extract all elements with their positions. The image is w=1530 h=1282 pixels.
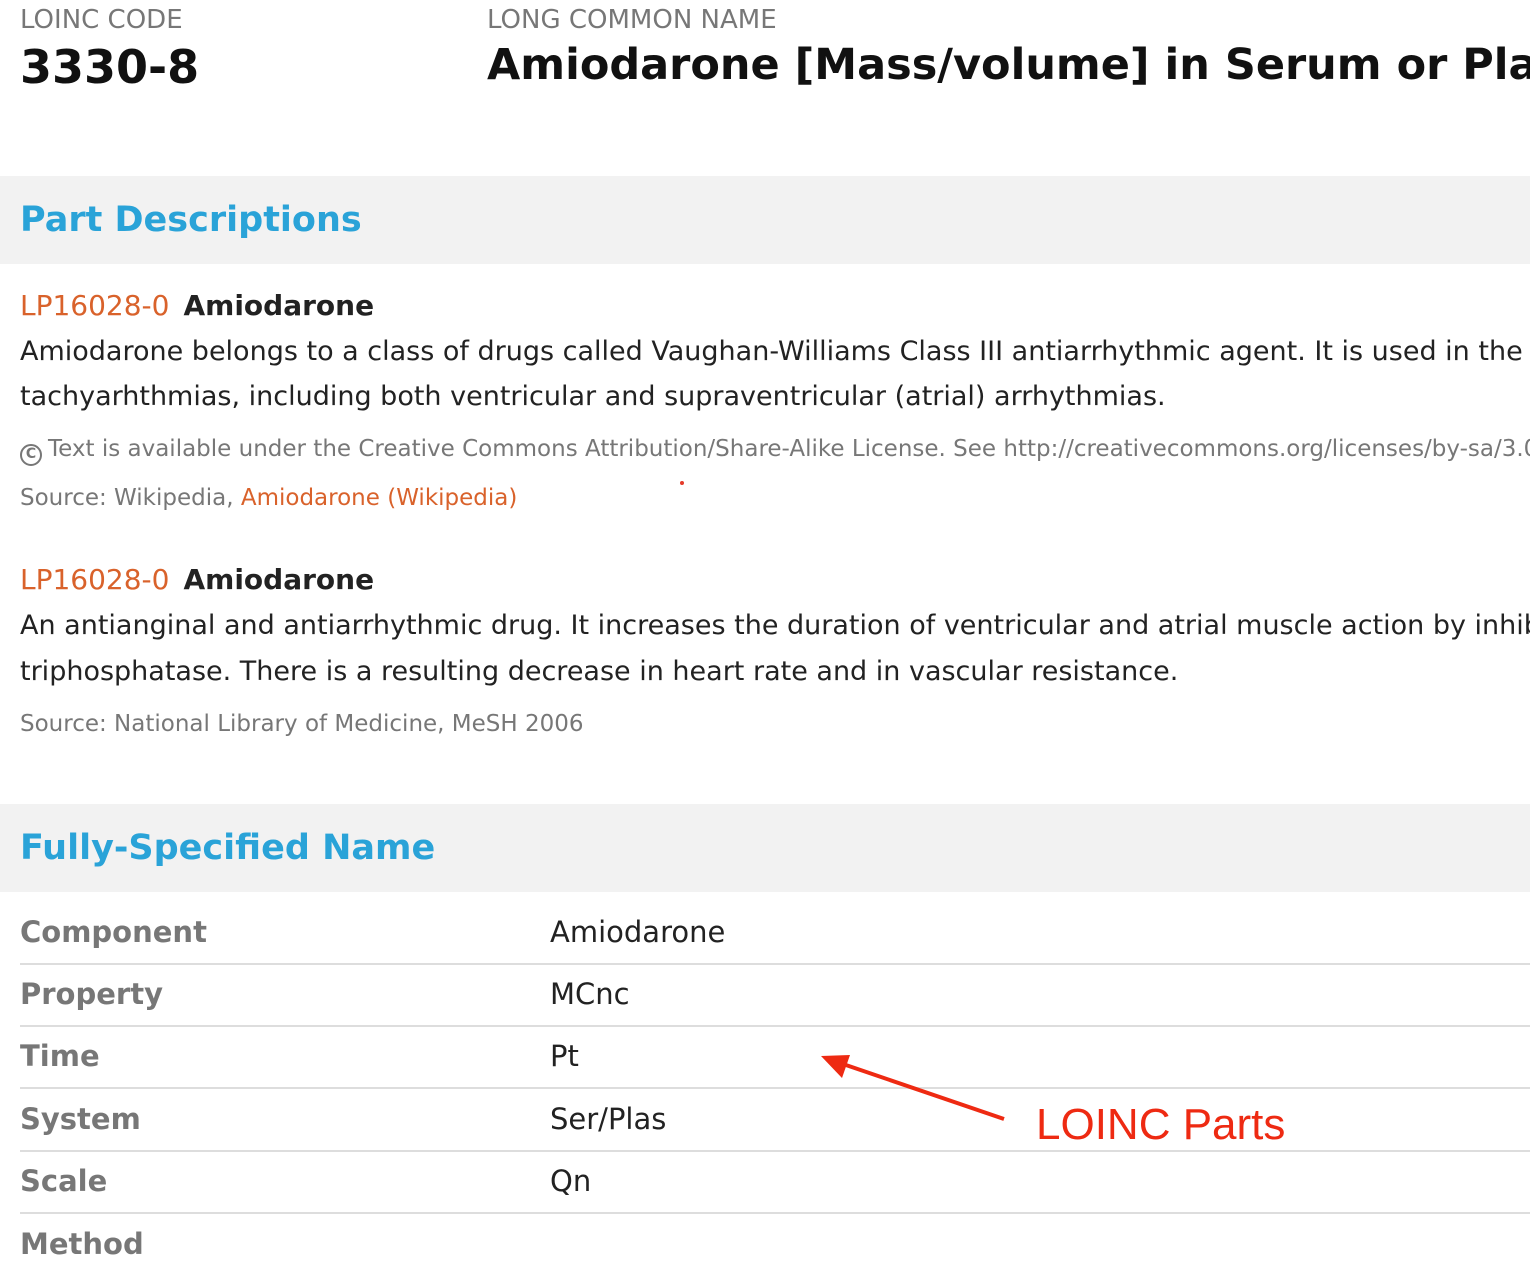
annotation-arrow-icon	[821, 1055, 1005, 1121]
loinc-detail-page: LOINC CODE 3330-8 LONG COMMON NAME Amiod…	[0, 0, 1530, 1282]
loinc-parts-annotation: LOINC Parts	[1036, 1100, 1286, 1149]
